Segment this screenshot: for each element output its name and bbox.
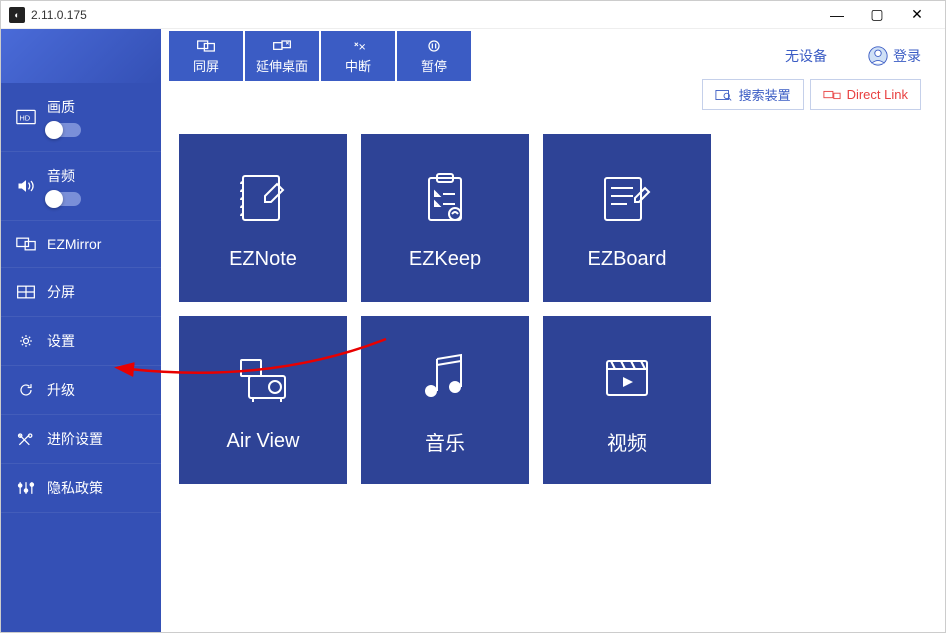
tile-label: Air View <box>227 430 300 453</box>
tile-music[interactable]: 音乐 <box>361 316 529 484</box>
sidebar-item-privacy[interactable]: 隐私政策 <box>1 464 161 513</box>
sidebar-label: EZMirror <box>47 236 101 252</box>
projector-icon <box>231 348 295 412</box>
search-device-button[interactable]: 搜索装置 <box>702 79 804 110</box>
clipboard-icon <box>413 166 477 230</box>
disconnect-button[interactable]: 中断 <box>321 31 395 81</box>
tile-label: EZKeep <box>409 248 481 271</box>
speaker-icon <box>15 177 37 195</box>
tile-label: 视频 <box>607 427 647 456</box>
sidebar-item-ezmirror[interactable]: EZMirror <box>1 221 161 268</box>
sidebar-label: 分屏 <box>47 282 75 302</box>
sidebar-label: 升级 <box>47 380 75 400</box>
sidebar-label: 隐私政策 <box>47 478 103 498</box>
app-icon: ◐ <box>9 7 25 23</box>
sidebar-item-audio[interactable]: 音频 <box>1 152 161 221</box>
direct-link-icon <box>823 88 841 102</box>
tile-grid: EZNote EZKeep EZBoard Air <box>161 110 901 508</box>
search-icon <box>715 88 733 102</box>
sidebar-label: 设置 <box>47 331 75 351</box>
extend-button[interactable]: 延伸桌面 <box>245 31 319 81</box>
tile-airview[interactable]: Air View <box>179 316 347 484</box>
gear-icon <box>15 332 37 350</box>
audio-toggle[interactable] <box>47 192 81 206</box>
tile-label: EZNote <box>229 248 297 271</box>
toolbar-label: 同屏 <box>193 56 219 75</box>
sidebar-logo <box>1 29 161 83</box>
pause-button[interactable]: 暂停 <box>397 31 471 81</box>
tile-label: EZBoard <box>588 248 667 271</box>
tools-icon <box>15 430 37 448</box>
note-icon <box>231 166 295 230</box>
svg-text:HD: HD <box>19 113 30 122</box>
sidebar-label: 音频 <box>47 166 81 186</box>
search-label: 搜索装置 <box>739 85 791 104</box>
split-icon <box>15 283 37 301</box>
minimize-button[interactable]: — <box>817 1 857 29</box>
toolbar-label: 中断 <box>345 56 371 75</box>
sidebar-label: 进阶设置 <box>47 429 103 449</box>
music-icon <box>413 345 477 409</box>
maximize-button[interactable]: ▢ <box>857 1 897 29</box>
sidebar-item-settings[interactable]: 设置 <box>1 317 161 366</box>
tile-eznote[interactable]: EZNote <box>179 134 347 302</box>
login-label: 登录 <box>893 46 921 66</box>
top-toolbar: 同屏 延伸桌面 中断 暂停 无设备 <box>161 29 945 110</box>
close-button[interactable]: ✕ <box>897 1 937 29</box>
toolbar-label: 暂停 <box>421 56 447 75</box>
login-button[interactable]: 登录 <box>867 45 921 67</box>
tile-video[interactable]: 视频 <box>543 316 711 484</box>
video-icon <box>595 345 659 409</box>
hd-icon: HD <box>15 108 37 126</box>
main-content: 同屏 延伸桌面 中断 暂停 无设备 <box>161 29 945 632</box>
sidebar-item-upgrade[interactable]: 升级 <box>1 366 161 415</box>
direct-link-label: Direct Link <box>847 87 908 102</box>
toolbar-label: 延伸桌面 <box>256 56 308 75</box>
refresh-icon <box>15 381 37 399</box>
tile-ezboard[interactable]: EZBoard <box>543 134 711 302</box>
quality-toggle[interactable] <box>47 123 81 137</box>
direct-link-button[interactable]: Direct Link <box>810 79 921 110</box>
titlebar: ◐ 2.11.0.175 — ▢ ✕ <box>1 1 945 29</box>
window-title: 2.11.0.175 <box>31 8 87 22</box>
sidebar: HD 画质 音频 EZMirror <box>1 29 161 632</box>
sidebar-item-split[interactable]: 分屏 <box>1 268 161 317</box>
sidebar-item-advanced[interactable]: 进阶设置 <box>1 415 161 464</box>
mirror-icon <box>15 235 37 253</box>
mirror-button[interactable]: 同屏 <box>169 31 243 81</box>
sliders-icon <box>15 479 37 497</box>
sidebar-item-quality[interactable]: HD 画质 <box>1 83 161 152</box>
user-icon <box>867 45 889 67</box>
sidebar-label: 画质 <box>47 97 81 117</box>
device-status: 无设备 <box>785 46 827 66</box>
board-icon <box>595 166 659 230</box>
tile-ezkeep[interactable]: EZKeep <box>361 134 529 302</box>
tile-label: 音乐 <box>425 427 465 456</box>
